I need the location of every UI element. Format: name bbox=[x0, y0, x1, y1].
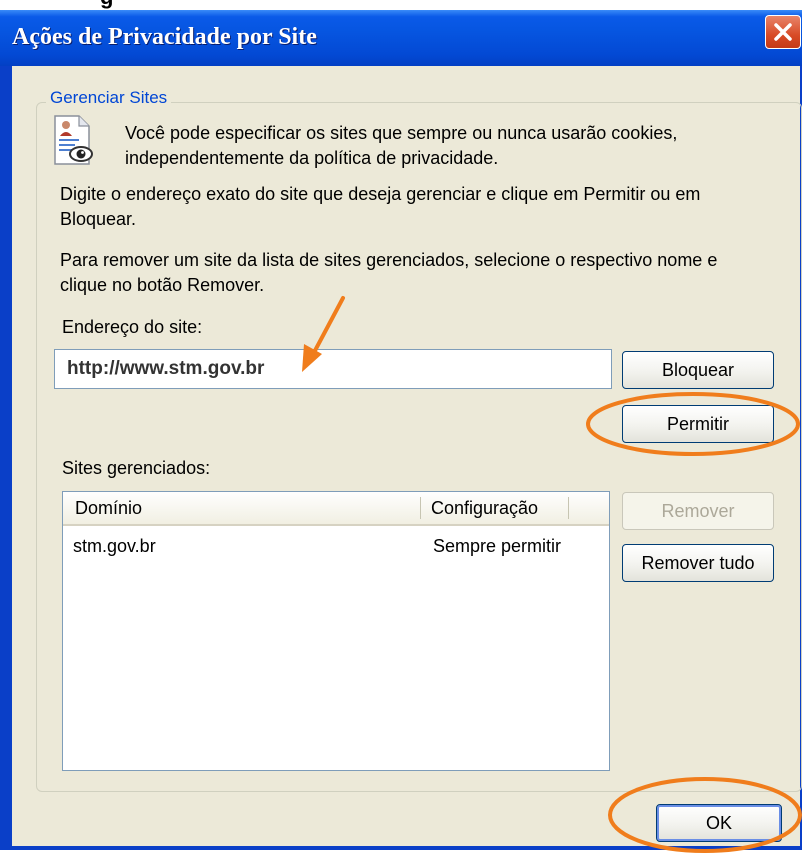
instructions-add-line-1: Digite o endereço exato do site que dese… bbox=[60, 184, 701, 204]
list-header: Domínio Configuração bbox=[63, 492, 609, 526]
site-address-input[interactable] bbox=[54, 349, 612, 389]
dialog-client-area: Gerenciar Sites Você pode especificar os… bbox=[12, 66, 802, 846]
managed-sites-label: Sites gerenciados: bbox=[62, 458, 211, 478]
close-icon bbox=[774, 23, 792, 41]
remove-all-button[interactable]: Remover tudo bbox=[622, 544, 774, 582]
ok-button[interactable]: OK bbox=[656, 804, 782, 842]
column-header-setting[interactable]: Configuração bbox=[431, 498, 538, 519]
column-divider[interactable] bbox=[568, 497, 569, 519]
privacy-document-icon bbox=[51, 114, 95, 171]
column-header-domain[interactable]: Domínio bbox=[75, 498, 142, 519]
instructions-remove-line-1: Para remover um site da lista de sites g… bbox=[60, 250, 718, 270]
site-address-label: Endereço do site: bbox=[62, 317, 203, 337]
privacy-dialog: Ações de Privacidade por Site Gerenciar … bbox=[0, 10, 802, 850]
instructions-remove-line-2: clique no botão Remover. bbox=[60, 275, 265, 295]
intro-line-1: Você pode especificar os sites que sempr… bbox=[125, 123, 678, 143]
setting-cell: Sempre permitir bbox=[433, 536, 562, 556]
column-divider[interactable] bbox=[420, 497, 421, 519]
group-label: Gerenciar Sites bbox=[46, 88, 172, 108]
close-button[interactable] bbox=[765, 15, 801, 49]
managed-sites-list[interactable]: Domínio Configuração stm.gov.br Sempre p… bbox=[62, 491, 610, 771]
instructions-add-line-2: Bloquear. bbox=[60, 209, 137, 229]
block-button[interactable]: Bloquear bbox=[622, 351, 774, 389]
intro-line-2: independentemente da política de privaci… bbox=[125, 148, 499, 168]
title-bar[interactable]: Ações de Privacidade por Site bbox=[0, 10, 802, 66]
remove-button[interactable]: Remover bbox=[622, 492, 774, 530]
domain-cell: stm.gov.br bbox=[73, 536, 156, 556]
allow-button[interactable]: Permitir bbox=[622, 405, 774, 443]
window-title: Ações de Privacidade por Site bbox=[12, 24, 317, 50]
